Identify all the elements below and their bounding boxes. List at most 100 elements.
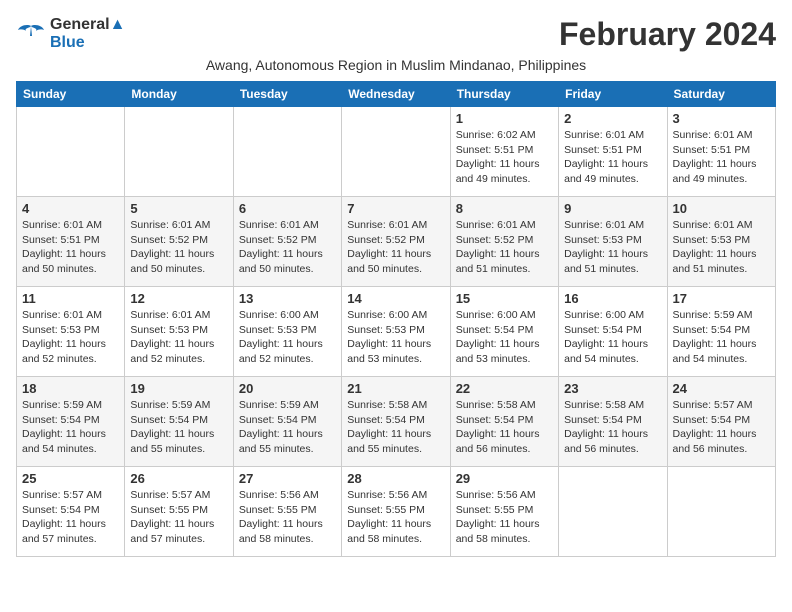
calendar-cell: 3 Sunrise: 6:01 AMSunset: 5:51 PMDaylight…: [667, 107, 775, 197]
weekday-header-monday: Monday: [125, 82, 233, 107]
weekday-header-saturday: Saturday: [667, 82, 775, 107]
calendar-cell: 8 Sunrise: 6:01 AMSunset: 5:52 PMDaylight…: [450, 197, 558, 287]
day-number: 25: [22, 471, 119, 486]
weekday-header-sunday: Sunday: [17, 82, 125, 107]
weekday-header-thursday: Thursday: [450, 82, 558, 107]
day-number: 2: [564, 111, 661, 126]
calendar-cell: 4Sunrise: 6:01 AMSunset: 5:51 PMDaylight…: [17, 197, 125, 287]
calendar-cell: 12Sunrise: 6:01 AMSunset: 5:53 PMDayligh…: [125, 287, 233, 377]
day-number: 10: [673, 201, 770, 216]
day-detail: Sunrise: 6:01 AMSunset: 5:52 PMDaylight:…: [239, 218, 336, 277]
day-number: 20: [239, 381, 336, 396]
day-detail: Sunrise: 5:58 AMSunset: 5:54 PMDaylight:…: [347, 398, 444, 457]
day-detail: Sunrise: 5:58 AMSunset: 5:54 PMDaylight:…: [456, 398, 553, 457]
day-number: 11: [22, 291, 119, 306]
calendar-cell: 29 Sunrise: 5:56 AMSunset: 5:55 PMDayligh…: [450, 467, 558, 557]
day-detail: Sunrise: 5:56 AMSunset: 5:55 PMDaylight:…: [456, 488, 553, 547]
day-number: 27: [239, 471, 336, 486]
calendar-cell: 25 Sunrise: 5:57 AMSunset: 5:54 PMDayligh…: [17, 467, 125, 557]
calendar-cell: 27 Sunrise: 5:56 AMSunset: 5:55 PMDayligh…: [233, 467, 341, 557]
day-detail: Sunrise: 6:01 AMSunset: 5:53 PMDaylight:…: [564, 218, 661, 277]
calendar-cell: 16 Sunrise: 6:00 AMSunset: 5:54 PMDayligh…: [559, 287, 667, 377]
calendar-header-row: SundayMondayTuesdayWednesdayThursdayFrid…: [17, 82, 776, 107]
calendar-cell: 9 Sunrise: 6:01 AMSunset: 5:53 PMDaylight…: [559, 197, 667, 287]
day-detail: Sunrise: 5:57 AMSunset: 5:54 PMDaylight:…: [22, 488, 119, 547]
day-number: 28: [347, 471, 444, 486]
day-number: 26: [130, 471, 227, 486]
day-number: 5: [130, 201, 227, 216]
day-number: 15: [456, 291, 553, 306]
logo-icon: [16, 22, 46, 46]
calendar-cell: 26 Sunrise: 5:57 AMSunset: 5:55 PMDayligh…: [125, 467, 233, 557]
day-detail: Sunrise: 6:02 AMSunset: 5:51 PMDaylight:…: [456, 128, 553, 187]
day-number: 8: [456, 201, 553, 216]
calendar-cell: [559, 467, 667, 557]
day-detail: Sunrise: 6:00 AMSunset: 5:54 PMDaylight:…: [564, 308, 661, 367]
logo: General▲ Blue: [16, 16, 125, 52]
calendar-cell: [17, 107, 125, 197]
weekday-header-friday: Friday: [559, 82, 667, 107]
calendar-cell: 1 Sunrise: 6:02 AMSunset: 5:51 PMDaylight…: [450, 107, 558, 197]
calendar-cell: 5 Sunrise: 6:01 AMSunset: 5:52 PMDaylight…: [125, 197, 233, 287]
calendar-week-1: 4Sunrise: 6:01 AMSunset: 5:51 PMDaylight…: [17, 197, 776, 287]
calendar-cell: 18 Sunrise: 5:59 AMSunset: 5:54 PMDayligh…: [17, 377, 125, 467]
calendar-cell: [667, 467, 775, 557]
calendar-cell: 14Sunrise: 6:00 AMSunset: 5:53 PMDayligh…: [342, 287, 450, 377]
weekday-header-tuesday: Tuesday: [233, 82, 341, 107]
calendar-cell: 21 Sunrise: 5:58 AMSunset: 5:54 PMDayligh…: [342, 377, 450, 467]
day-number: 14: [347, 291, 444, 306]
day-number: 22: [456, 381, 553, 396]
calendar-cell: 23Sunrise: 5:58 AMSunset: 5:54 PMDayligh…: [559, 377, 667, 467]
calendar-week-4: 25 Sunrise: 5:57 AMSunset: 5:54 PMDayligh…: [17, 467, 776, 557]
day-detail: Sunrise: 6:01 AMSunset: 5:51 PMDaylight:…: [673, 128, 770, 187]
calendar-body: 1 Sunrise: 6:02 AMSunset: 5:51 PMDaylight…: [17, 107, 776, 557]
page-header: General▲ Blue February 2024: [16, 16, 776, 53]
calendar-cell: 13 Sunrise: 6:00 AMSunset: 5:53 PMDayligh…: [233, 287, 341, 377]
day-detail: Sunrise: 6:01 AMSunset: 5:53 PMDaylight:…: [130, 308, 227, 367]
calendar-cell: 10 Sunrise: 6:01 AMSunset: 5:53 PMDayligh…: [667, 197, 775, 287]
calendar-cell: 17 Sunrise: 5:59 AMSunset: 5:54 PMDayligh…: [667, 287, 775, 377]
day-detail: Sunrise: 5:56 AMSunset: 5:55 PMDaylight:…: [239, 488, 336, 547]
day-number: 6: [239, 201, 336, 216]
day-number: 17: [673, 291, 770, 306]
calendar-cell: [342, 107, 450, 197]
day-number: 19: [130, 381, 227, 396]
day-detail: Sunrise: 5:57 AMSunset: 5:55 PMDaylight:…: [130, 488, 227, 547]
day-detail: Sunrise: 6:01 AMSunset: 5:52 PMDaylight:…: [347, 218, 444, 277]
day-detail: Sunrise: 6:00 AMSunset: 5:53 PMDaylight:…: [239, 308, 336, 367]
day-number: 13: [239, 291, 336, 306]
day-detail: Sunrise: 5:59 AMSunset: 5:54 PMDaylight:…: [239, 398, 336, 457]
weekday-header-wednesday: Wednesday: [342, 82, 450, 107]
calendar-table: SundayMondayTuesdayWednesdayThursdayFrid…: [16, 81, 776, 557]
calendar-cell: 20 Sunrise: 5:59 AMSunset: 5:54 PMDayligh…: [233, 377, 341, 467]
calendar-cell: 19 Sunrise: 5:59 AMSunset: 5:54 PMDayligh…: [125, 377, 233, 467]
calendar-cell: 11 Sunrise: 6:01 AMSunset: 5:53 PMDayligh…: [17, 287, 125, 377]
calendar-cell: [233, 107, 341, 197]
day-detail: Sunrise: 6:01 AMSunset: 5:53 PMDaylight:…: [673, 218, 770, 277]
day-detail: Sunrise: 5:59 AMSunset: 5:54 PMDaylight:…: [22, 398, 119, 457]
day-number: 1: [456, 111, 553, 126]
calendar-cell: [125, 107, 233, 197]
day-detail: Sunrise: 5:59 AMSunset: 5:54 PMDaylight:…: [673, 308, 770, 367]
day-detail: Sunrise: 5:57 AMSunset: 5:54 PMDaylight:…: [673, 398, 770, 457]
calendar-cell: 28Sunrise: 5:56 AMSunset: 5:55 PMDayligh…: [342, 467, 450, 557]
calendar-cell: 7Sunrise: 6:01 AMSunset: 5:52 PMDaylight…: [342, 197, 450, 287]
calendar-cell: 2Sunrise: 6:01 AMSunset: 5:51 PMDaylight…: [559, 107, 667, 197]
day-detail: Sunrise: 5:58 AMSunset: 5:54 PMDaylight:…: [564, 398, 661, 457]
calendar-cell: 15Sunrise: 6:00 AMSunset: 5:54 PMDayligh…: [450, 287, 558, 377]
day-detail: Sunrise: 6:01 AMSunset: 5:53 PMDaylight:…: [22, 308, 119, 367]
day-detail: Sunrise: 5:59 AMSunset: 5:54 PMDaylight:…: [130, 398, 227, 457]
day-number: 18: [22, 381, 119, 396]
calendar-week-2: 11 Sunrise: 6:01 AMSunset: 5:53 PMDayligh…: [17, 287, 776, 377]
day-number: 29: [456, 471, 553, 486]
day-number: 9: [564, 201, 661, 216]
day-detail: Sunrise: 6:01 AMSunset: 5:52 PMDaylight:…: [456, 218, 553, 277]
day-number: 21: [347, 381, 444, 396]
calendar-week-3: 18 Sunrise: 5:59 AMSunset: 5:54 PMDayligh…: [17, 377, 776, 467]
day-detail: Sunrise: 6:01 AMSunset: 5:52 PMDaylight:…: [130, 218, 227, 277]
day-number: 16: [564, 291, 661, 306]
calendar-week-0: 1 Sunrise: 6:02 AMSunset: 5:51 PMDaylight…: [17, 107, 776, 197]
calendar-cell: 6 Sunrise: 6:01 AMSunset: 5:52 PMDaylight…: [233, 197, 341, 287]
day-number: 3: [673, 111, 770, 126]
day-detail: Sunrise: 6:01 AMSunset: 5:51 PMDaylight:…: [22, 218, 119, 277]
